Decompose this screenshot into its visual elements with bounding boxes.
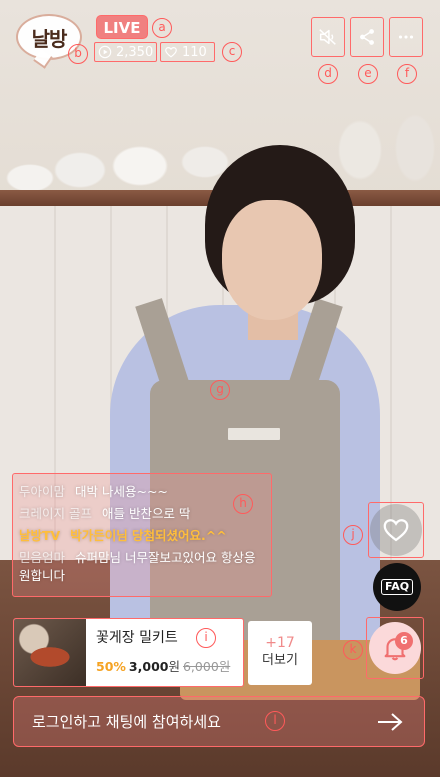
like-button-circle: [370, 504, 422, 556]
more-products-label: 더보기: [262, 653, 298, 668]
marker-i: i: [196, 628, 216, 648]
product-price-row: 50% 3,000원 6,000원: [96, 656, 235, 675]
chat-input-placeholder: 로그인하고 채팅에 참여하세요: [32, 713, 221, 731]
marker-c: c: [222, 42, 242, 62]
apron-label: [228, 428, 280, 440]
share-button[interactable]: [350, 17, 384, 57]
discount-rate: 50%: [96, 659, 126, 674]
heart-outline-icon: [165, 47, 177, 58]
like-count-value: 110: [182, 44, 207, 60]
more-products-button[interactable]: +17 더보기: [248, 621, 312, 685]
faq-label: FAQ: [380, 579, 414, 595]
logo-text: 날방: [31, 27, 68, 51]
chat-nickname: 믿음엄마: [19, 550, 66, 565]
marker-a: a: [152, 18, 172, 38]
like-button[interactable]: [368, 502, 424, 558]
marker-b: b: [68, 44, 88, 64]
chat-input-bar[interactable]: 로그인하고 채팅에 참여하세요: [13, 696, 425, 747]
marker-j: j: [343, 525, 363, 545]
more-icon: [398, 35, 414, 39]
sale-price: 3,000: [128, 659, 169, 674]
chat-nickname: 크레이지 골프: [19, 506, 92, 521]
product-info: 꽃게장 밀키트 50% 3,000원 6,000원: [86, 619, 243, 686]
heart-icon: [383, 519, 409, 542]
share-icon: [360, 29, 374, 45]
chat-text: 박가든이님 당첨되셨어요.^^: [70, 528, 227, 543]
host-face: [222, 200, 322, 320]
original-price: 6,000원: [182, 659, 231, 674]
price-currency: 원: [168, 659, 180, 674]
product-thumbnail: [14, 619, 86, 686]
live-badge: LIVE: [96, 15, 148, 39]
play-icon: [98, 45, 112, 59]
marker-k: k: [343, 640, 363, 660]
send-arrow-icon[interactable]: [376, 711, 404, 733]
view-count: 2,350: [94, 42, 157, 62]
marker-h: h: [233, 494, 253, 514]
view-count-value: 2,350: [116, 44, 154, 60]
marker-e: e: [358, 64, 378, 84]
marker-f: f: [397, 64, 417, 84]
chat-message: 두아이맘 대박 나세용~~~: [19, 483, 265, 501]
more-button[interactable]: [389, 17, 423, 57]
chat-message: 크레이지 골프 애들 반찬으로 딱: [19, 505, 265, 523]
chat-nickname: 두아이맘: [19, 484, 66, 499]
faq-button[interactable]: FAQ: [373, 563, 421, 611]
coupon-button[interactable]: 6: [366, 617, 424, 679]
marker-l: l: [265, 711, 285, 731]
chat-panel: 두아이맘 대박 나세용~~~ 크레이지 골프 애들 반찬으로 딱 날방TV 박가든이님…: [12, 473, 272, 597]
coupon-circle: 6: [369, 622, 421, 674]
mute-icon: [319, 29, 336, 45]
more-products-count: +17: [265, 635, 295, 651]
chat-message-highlighted: 날방TV 박가든이님 당첨되셨어요.^^: [19, 527, 265, 545]
like-count: 110: [160, 42, 211, 62]
cups-on-shelf: [0, 118, 250, 190]
coupon-count-badge: 6: [395, 632, 413, 650]
marker-d: d: [318, 64, 338, 84]
chat-text: 대박 나세용~~~: [75, 484, 168, 499]
chat-text: 애들 반찬으로 딱: [101, 506, 191, 521]
mute-button[interactable]: [311, 17, 345, 57]
chat-nickname: 날방TV: [19, 528, 61, 543]
chat-message: 믿음엄마 슈퍼맘님 너무잘보고있어요 항상응원합니다: [19, 549, 265, 585]
marker-g: g: [210, 380, 230, 400]
